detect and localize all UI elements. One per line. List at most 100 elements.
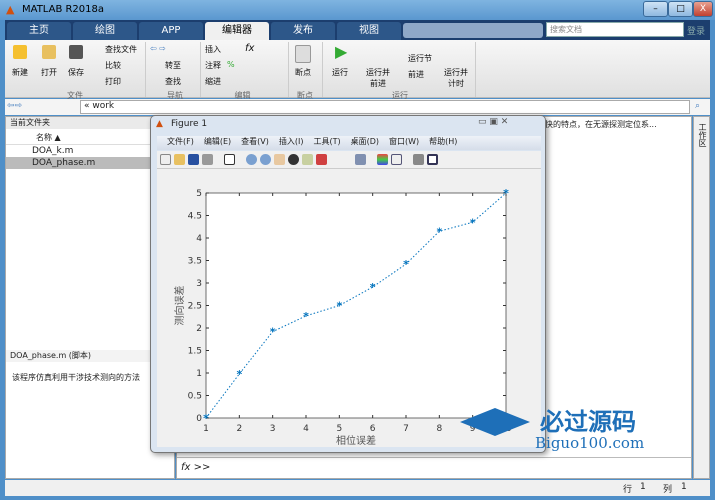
open-button[interactable]: 打开 [41, 67, 57, 78]
minimize-button[interactable]: – [643, 1, 668, 17]
zoom-in-icon[interactable] [246, 154, 257, 165]
col-value: 1 [681, 482, 687, 492]
ribbon: 新建 打开 保存 查找文件 比较 打印 文件 ⇦ ⇨ 转至 查找 导航 插入 注… [5, 40, 710, 100]
status-bar: 行 1 列 1 [5, 480, 710, 496]
tab-view[interactable]: 视图 [337, 22, 401, 40]
close-button[interactable]: X [693, 1, 713, 17]
y-tick-label: 3.5 [188, 257, 202, 267]
path-input[interactable]: « work [80, 100, 690, 114]
x-tick-label: 3 [270, 424, 276, 434]
y-tick-label: 2.5 [188, 302, 202, 312]
menu-help[interactable]: 帮助(H) [429, 137, 457, 146]
new-figure-icon[interactable] [160, 154, 171, 165]
watermark-en: Biguo100.com [535, 434, 645, 452]
figure-window-controls[interactable]: ▭ ▣ ✕ [478, 117, 508, 127]
breakpoints-icon [295, 45, 311, 63]
search-docs-input[interactable]: 搜索文档 [546, 22, 684, 37]
data-point: * [436, 225, 442, 238]
data-point: * [203, 412, 209, 425]
compare-button[interactable]: 比较 [105, 60, 121, 71]
column-name-header[interactable]: 名称 ▲ [6, 129, 174, 145]
row-label: 行 [623, 485, 633, 495]
zoom-out-icon[interactable] [260, 154, 271, 165]
menu-view[interactable]: 查看(V) [241, 137, 269, 146]
data-point: * [336, 300, 342, 313]
run-button[interactable]: 运行 [332, 67, 348, 78]
rotate-icon[interactable] [288, 154, 299, 165]
fx-button[interactable]: fx [245, 43, 254, 54]
pan-icon[interactable] [274, 154, 285, 165]
menu-desktop[interactable]: 桌面(D) [351, 137, 379, 146]
maximize-button[interactable]: □ [668, 1, 693, 17]
link-plot-icon[interactable] [355, 154, 366, 165]
run-time-button[interactable]: 运行并计时 [441, 67, 471, 89]
tab-home[interactable]: 主页 [7, 22, 71, 40]
file-item-selected[interactable]: DOA_phase.m [6, 157, 174, 169]
indent-button[interactable]: 缩进 [205, 76, 221, 87]
pointer-icon[interactable] [224, 154, 235, 165]
row-value: 1 [640, 482, 646, 492]
tab-publish[interactable]: 发布 [271, 22, 335, 40]
find-button[interactable]: 查找 [165, 76, 181, 87]
save-icon[interactable] [188, 154, 199, 165]
nav-arrows-icon[interactable]: ⇦⇨ [7, 101, 22, 111]
print-button[interactable]: 打印 [105, 76, 121, 87]
details-title: DOA_phase.m (脚本) [6, 350, 174, 362]
command-prompt[interactable]: fx >> [181, 462, 210, 473]
login-link[interactable]: 登录 [687, 24, 705, 37]
figure-window[interactable]: ▲ Figure 1 ▭ ▣ ✕ 文件(F) 编辑(E) 查看(V) 插入(I) 工具(… [150, 115, 546, 453]
open-icon[interactable] [174, 154, 185, 165]
data-point: * [370, 281, 376, 294]
tab-plots[interactable]: 绘图 [73, 22, 137, 40]
menu-insert[interactable]: 插入(I) [279, 137, 304, 146]
menu-edit[interactable]: 编辑(E) [204, 137, 231, 146]
x-tick-label: 6 [370, 424, 376, 434]
window-title: MATLAB R2018a [22, 4, 105, 15]
new-button[interactable]: 新建 [12, 67, 28, 78]
percent-button[interactable]: % [227, 60, 235, 69]
run-section-button[interactable]: 运行节 [408, 53, 432, 64]
legend-icon[interactable] [391, 154, 402, 165]
file-item[interactable]: DOA_k.m [6, 145, 174, 157]
menu-window[interactable]: 窗口(W) [389, 137, 419, 146]
goto-button[interactable]: 转至 [165, 60, 181, 71]
y-tick-label: 4 [196, 234, 202, 244]
print-icon[interactable] [202, 154, 213, 165]
chart: 1234567891000.511.522.533.544.55********… [173, 187, 512, 447]
run-advance-button[interactable]: 运行并前进 [363, 67, 393, 89]
menu-tools[interactable]: 工具(T) [313, 137, 340, 146]
editor-text-snippet: 快的特点，在无源探测定位系... [545, 120, 657, 129]
y-tick-label: 0.5 [188, 392, 202, 402]
quick-access-toolbar[interactable] [403, 23, 543, 38]
search-folder-icon[interactable]: ⌕ [695, 101, 700, 111]
data-cursor-icon[interactable] [302, 154, 313, 165]
x-tick-label: 8 [436, 424, 442, 434]
figure-canvas[interactable]: 1234567891000.511.522.533.544.55********… [157, 169, 541, 447]
x-tick-label: 5 [336, 424, 342, 434]
watermark-cn: 必过源码 [540, 408, 636, 436]
menu-file[interactable]: 文件(F) [167, 137, 194, 146]
y-tick-label: 1.5 [188, 347, 202, 357]
show-plot-tools-icon[interactable] [427, 154, 438, 165]
find-files-button[interactable]: 查找文件 [105, 44, 137, 55]
save-button[interactable]: 保存 [68, 67, 84, 78]
data-point: * [403, 258, 409, 271]
breakpoints-button[interactable]: 断点 [295, 67, 311, 78]
new-icon [13, 45, 27, 59]
y-tick-label: 3 [196, 279, 202, 289]
advance-button[interactable]: 前进 [408, 69, 424, 80]
panel-title: 当前文件夹 [6, 117, 174, 129]
colorbar-icon[interactable] [377, 154, 388, 165]
workspace-tab[interactable]: 工作区 [697, 123, 708, 147]
back-forward-icon[interactable]: ⇦ ⇨ [150, 44, 166, 53]
tab-apps[interactable]: APP [139, 22, 203, 40]
title-bar: ▲ MATLAB R2018a – □ X [0, 0, 715, 20]
save-icon [69, 45, 83, 59]
tab-editor[interactable]: 编辑器 [205, 22, 269, 40]
x-tick-label: 4 [303, 424, 309, 434]
hide-plot-tools-icon[interactable] [413, 154, 424, 165]
comment-button[interactable]: 注释 [205, 60, 221, 71]
insert-button[interactable]: 插入 [205, 44, 221, 55]
brush-icon[interactable] [316, 154, 327, 165]
y-tick-label: 5 [196, 189, 202, 199]
